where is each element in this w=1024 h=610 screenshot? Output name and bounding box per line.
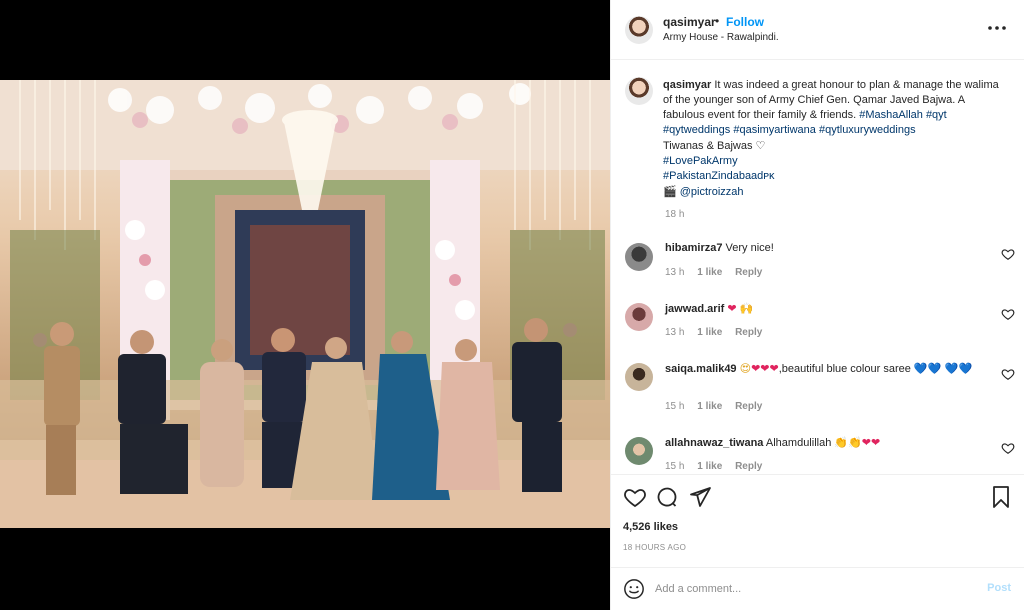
commenter-username[interactable]: hibamirza7 bbox=[665, 242, 722, 254]
comment-text: saiqa.malik49 😍❤❤❤,beautiful blue colour… bbox=[665, 361, 985, 377]
heart-eyes-icon: 😍 bbox=[739, 362, 752, 375]
hashtag[interactable]: #qasimyartiwana bbox=[733, 124, 816, 136]
caption-time: 18 h bbox=[665, 209, 685, 220]
likes-count[interactable]: 4,526 likes bbox=[623, 521, 678, 533]
comments-list[interactable]: qasimyar It was indeed a great honour to… bbox=[611, 61, 1024, 474]
comment-text: allahnawaz_tiwana Alhamdulillah 👏👏❤❤ bbox=[665, 435, 985, 451]
caption-families-line: Tiwanas & Bajwas bbox=[663, 140, 753, 152]
comment-likes[interactable]: 1 like bbox=[697, 461, 722, 472]
comment-likes[interactable]: 1 like bbox=[697, 327, 722, 338]
caption-avatar[interactable] bbox=[625, 77, 653, 105]
reply-button[interactable]: Reply bbox=[735, 327, 762, 338]
hashtag[interactable]: #qytweddings bbox=[663, 124, 730, 136]
like-comment-heart-icon[interactable] bbox=[1001, 247, 1015, 261]
comment-body: Very nice! bbox=[725, 242, 774, 254]
reply-button[interactable]: Reply bbox=[735, 461, 762, 472]
comment-likes[interactable]: 1 like bbox=[697, 267, 722, 278]
comment-item: hibamirza7 Very nice! 13 h 1 like Reply bbox=[611, 237, 1024, 301]
post-header: qasimyar • Follow Army House - Rawalpind… bbox=[611, 0, 1024, 60]
red-heart-icon: ❤ bbox=[727, 302, 737, 315]
commenter-avatar[interactable] bbox=[625, 303, 653, 331]
raising-hands-icon: 🙌 bbox=[739, 302, 754, 315]
comment-time: 15 h bbox=[665, 401, 685, 412]
separator-dot: • bbox=[715, 14, 720, 28]
commenter-avatar[interactable] bbox=[625, 363, 653, 391]
emoji-icon[interactable] bbox=[623, 578, 645, 600]
like-comment-heart-icon[interactable] bbox=[1001, 367, 1015, 381]
comment-item: jawwad.arif ❤ 🙌 13 h 1 like Reply bbox=[611, 297, 1024, 361]
wedding-photo bbox=[0, 80, 610, 528]
post-media[interactable] bbox=[0, 0, 610, 610]
comment-text: jawwad.arif ❤ 🙌 bbox=[665, 301, 985, 317]
comment-body: ,beautiful blue colour saree bbox=[778, 363, 911, 375]
red-heart-icon: ❤❤ bbox=[861, 436, 881, 449]
reply-button[interactable]: Reply bbox=[735, 401, 762, 412]
comment-time: 13 h bbox=[665, 267, 685, 278]
post-location[interactable]: Army House - Rawalpindi. bbox=[663, 32, 779, 43]
hashtag[interactable]: #qytluxuryweddings bbox=[819, 124, 916, 136]
caption-username[interactable]: qasimyar bbox=[663, 79, 711, 91]
hashtag[interactable]: #qyt bbox=[926, 109, 947, 121]
comment-meta: 13 h 1 like Reply bbox=[665, 267, 772, 278]
post-actions: 4,526 likes 18 HOURS AGO Post bbox=[611, 474, 1024, 610]
author-avatar[interactable] bbox=[625, 16, 653, 44]
author-username[interactable]: qasimyar bbox=[663, 15, 716, 29]
comment-input[interactable] bbox=[655, 578, 975, 600]
comment-item: allahnawaz_tiwana Alhamdulillah 👏👏❤❤ 15 … bbox=[611, 431, 1024, 474]
like-comment-heart-icon[interactable] bbox=[1001, 441, 1015, 455]
post-panel: qasimyar • Follow Army House - Rawalpind… bbox=[610, 0, 1024, 610]
comment-meta: 15 h 1 like Reply bbox=[665, 461, 772, 472]
commenter-username[interactable]: jawwad.arif bbox=[665, 303, 724, 315]
post-comment-button[interactable]: Post bbox=[987, 582, 1011, 594]
comment-time: 13 h bbox=[665, 327, 685, 338]
red-heart-icon: ❤❤❤ bbox=[751, 362, 779, 375]
post-timestamp: 18 HOURS AGO bbox=[623, 543, 687, 552]
white-heart-icon: ♡ bbox=[755, 139, 766, 152]
like-heart-icon[interactable] bbox=[623, 485, 647, 509]
commenter-avatar[interactable] bbox=[625, 243, 653, 271]
comment-icon[interactable] bbox=[655, 485, 679, 509]
comment-likes[interactable]: 1 like bbox=[697, 401, 722, 412]
credit-mention[interactable]: @pictroizzah bbox=[680, 186, 744, 198]
comment-text: hibamirza7 Very nice! bbox=[665, 241, 985, 256]
hashtag[interactable]: #MashaAllah bbox=[859, 109, 923, 121]
share-send-icon[interactable] bbox=[688, 485, 712, 509]
commenter-username[interactable]: saiqa.malik49 bbox=[665, 363, 737, 375]
more-horizontal-icon[interactable] bbox=[985, 16, 1009, 40]
caption-text: It was indeed a great honour to plan & m… bbox=[663, 79, 999, 121]
clapping-hands-icon: 👏👏 bbox=[834, 436, 862, 449]
like-comment-heart-icon[interactable] bbox=[1001, 307, 1015, 321]
add-comment-row: Post bbox=[611, 567, 1024, 610]
clapper-board-icon: 🎬 bbox=[663, 185, 677, 198]
blue-heart-icon: 💙💙 💙💙 bbox=[913, 362, 973, 375]
save-bookmark-icon[interactable] bbox=[989, 485, 1013, 509]
comment-time: 15 h bbox=[665, 461, 685, 472]
post-caption: qasimyar It was indeed a great honour to… bbox=[663, 78, 1008, 200]
comment-meta: 13 h 1 like Reply bbox=[665, 327, 772, 338]
follow-button[interactable]: Follow bbox=[726, 15, 764, 29]
comment-item: saiqa.malik49 😍❤❤❤,beautiful blue colour… bbox=[611, 357, 1024, 435]
comment-body: Alhamdulillah bbox=[765, 437, 832, 449]
hashtag[interactable]: #PakistanZindabaadᴘᴋ bbox=[663, 170, 775, 182]
reply-button[interactable]: Reply bbox=[735, 267, 762, 278]
commenter-avatar[interactable] bbox=[625, 437, 653, 465]
commenter-username[interactable]: allahnawaz_tiwana bbox=[665, 437, 763, 449]
hashtag[interactable]: #LovePakArmy bbox=[663, 155, 738, 167]
comment-meta: 15 h 1 like Reply bbox=[665, 401, 772, 412]
